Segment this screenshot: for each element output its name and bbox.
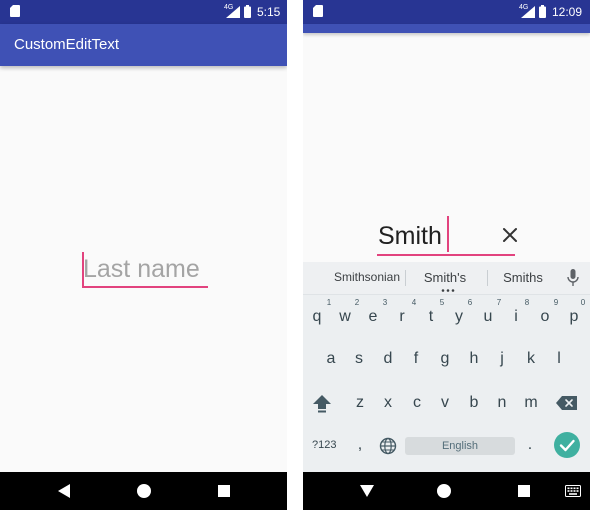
status-clock: 12:09 [552,5,583,19]
backspace-icon[interactable] [556,395,578,411]
navigation-bar [303,472,590,510]
status-clock: 5:15 [257,5,281,19]
key-hint: 0 [580,298,586,307]
suggestion-divider [405,270,406,286]
key-s[interactable]: s [349,350,369,368]
key-x[interactable]: x [378,394,398,412]
key-t[interactable]: t [421,308,441,326]
key-hint: 7 [496,298,502,307]
key-r[interactable]: r [392,308,412,326]
key-hint: 6 [467,298,473,307]
suggestion-divider [487,270,488,286]
key-o[interactable]: o [535,308,555,326]
hide-keyboard-icon[interactable] [360,485,374,497]
field-underline [377,254,515,256]
suggestion-3[interactable]: Smiths [489,270,557,285]
period-key[interactable]: . [520,436,540,454]
key-hint: 3 [382,298,388,307]
app-title: CustomEditText [14,36,120,53]
key-hint: 9 [553,298,559,307]
suggestion-2[interactable]: Smith's [409,270,481,285]
key-hint: 4 [411,298,417,307]
app-bar [303,24,590,33]
battery-icon [244,5,251,18]
key-m[interactable]: m [521,394,541,412]
clear-icon[interactable] [501,226,519,244]
key-h[interactable]: h [464,350,484,368]
app-bar: CustomEditText [0,24,287,66]
globe-icon[interactable] [379,437,397,455]
key-d[interactable]: d [378,350,398,368]
space-bar[interactable]: English [405,437,515,455]
field-underline [82,286,208,288]
last-name-placeholder: Last name [83,255,200,283]
last-name-value: Smith [378,222,442,250]
last-name-field[interactable]: Smith [377,216,517,258]
recents-icon[interactable] [218,485,230,497]
key-w[interactable]: w [335,308,355,326]
key-b[interactable]: b [464,394,484,412]
key-hint: 5 [439,298,445,307]
key-g[interactable]: g [435,350,455,368]
suggestion-1[interactable]: Smithsonian [331,270,403,284]
key-j[interactable]: j [492,350,512,368]
soft-keyboard: Smithsonian Smith's Smiths 1 q 2 w 3 e 4… [303,262,590,472]
back-icon[interactable] [58,484,70,498]
home-icon[interactable] [437,484,451,498]
key-p[interactable]: p [564,308,584,326]
status-bar: 4G 5:15 [0,0,287,24]
key-a[interactable]: a [321,350,341,368]
done-button[interactable] [554,432,580,458]
sd-card-icon [10,5,20,17]
key-e[interactable]: e [363,308,383,326]
mic-icon[interactable] [567,269,579,287]
recents-icon[interactable] [518,485,530,497]
comma-key[interactable]: , [350,436,370,454]
last-name-field[interactable]: Last name [82,252,208,290]
key-hint: 1 [326,298,332,307]
text-cursor [447,216,449,252]
key-i[interactable]: i [506,308,526,326]
key-c[interactable]: c [407,394,427,412]
shift-icon[interactable] [312,393,332,413]
signal-icon [521,6,535,18]
right-phone-screen: 4G 12:09 Smith Smithsonian Smith's Smith… [303,0,590,510]
signal-icon [226,6,240,18]
key-u[interactable]: u [478,308,498,326]
navigation-bar [0,472,287,510]
key-k[interactable]: k [521,350,541,368]
checkmark-icon [559,439,575,452]
symbols-key[interactable]: ?123 [312,439,336,451]
key-y[interactable]: y [449,308,469,326]
suggestion-strip: Smithsonian Smith's Smiths [303,262,590,295]
key-hint: 8 [524,298,530,307]
battery-icon [539,5,546,18]
keyboard-switcher-icon[interactable] [565,485,581,497]
key-f[interactable]: f [406,350,426,368]
key-l[interactable]: l [549,350,569,368]
key-v[interactable]: v [435,394,455,412]
key-hint: 2 [354,298,360,307]
key-n[interactable]: n [492,394,512,412]
home-icon[interactable] [137,484,151,498]
key-q[interactable]: q [307,308,327,326]
left-phone-screen: 4G 5:15 CustomEditText Last name [0,0,287,510]
key-z[interactable]: z [350,394,370,412]
status-bar: 4G 12:09 [303,0,590,24]
more-suggestions-icon[interactable] [441,289,455,292]
sd-card-icon [313,5,323,17]
